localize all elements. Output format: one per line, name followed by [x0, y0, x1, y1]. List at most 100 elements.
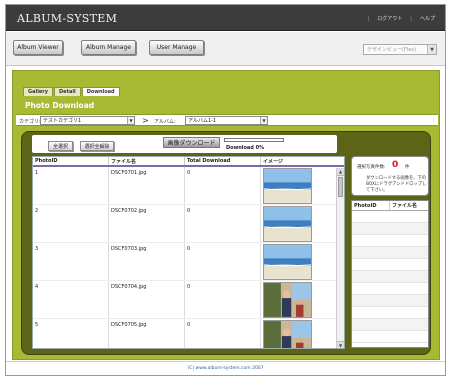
content-area: Gallery Detail Download Photo Download カ…	[12, 70, 440, 360]
image-cell	[261, 243, 314, 280]
image-cell	[261, 281, 314, 318]
selection-info: 選択写真件数: 0 件 ダウンロードする画像を、下のBOXにドラグアンドドロップ…	[351, 156, 429, 196]
grid-body: 1 DSCF0701.jpg 0 2 DSCF0702.jpg 0 3 DSCF0703.jp…	[33, 167, 344, 349]
drop-hint: ダウンロードする画像を、下のBOXにドラグアンドドロップして下さい。	[366, 176, 427, 193]
drop-row	[352, 307, 428, 319]
drop-row	[352, 259, 428, 271]
filename-cell: DSCF0704.jpg	[109, 281, 185, 318]
category-value: テストカテゴリ1	[43, 118, 82, 124]
top-header: ALBUM-SYSTEM | ログアウト | ヘルプ	[6, 5, 445, 31]
filename-cell: DSCF0703.jpg	[109, 243, 185, 280]
drop-row	[352, 235, 428, 247]
arrow-separator: >	[142, 116, 149, 125]
table-row[interactable]: 5 DSCF0705.jpg 0	[33, 319, 344, 349]
page-title: Photo Download	[25, 101, 95, 110]
selection-unit: 件	[405, 165, 410, 170]
filename-cell: DSCF0702.jpg	[109, 205, 185, 242]
download-progress-bar	[224, 138, 284, 142]
footer: (C) www.album-system.com 2007	[6, 361, 445, 375]
download-status: Download 0%	[226, 145, 265, 151]
help-link[interactable]: ヘルプ	[420, 15, 435, 22]
tab-gallery[interactable]: Gallery	[23, 87, 54, 96]
tab-bar: Gallery Detail Download	[23, 87, 120, 96]
total-download-cell: 0	[185, 243, 261, 280]
tab-download[interactable]: Download	[81, 87, 120, 96]
total-download-cell: 0	[185, 281, 261, 318]
drop-row	[352, 295, 428, 307]
grid-scrollbar[interactable]: ▲ ▼	[336, 168, 344, 348]
download-panel: 全選択 選択全解除 画像ダウンロード Download 0% PhotoID フ…	[21, 131, 431, 355]
image-cell	[261, 167, 314, 204]
album-viewer-button[interactable]: Album Viewer	[13, 40, 63, 55]
chevron-down-icon[interactable]: ▼	[427, 45, 436, 54]
logout-link[interactable]: ログアウト	[377, 15, 402, 22]
view-mode-select[interactable]: デザインビュー(Flex) ▼	[363, 44, 437, 55]
category-label: カテゴリ:	[19, 119, 41, 125]
album-select[interactable]: アルバム1-1 ▼	[185, 116, 268, 125]
total-download-cell: 0	[185, 319, 261, 348]
photo-id-cell: 2	[33, 205, 109, 242]
table-row[interactable]: 3 DSCF0703.jpg 0	[33, 243, 344, 281]
user-manage-button[interactable]: User Manage	[149, 40, 204, 55]
photo-thumbnail[interactable]	[263, 244, 312, 280]
album-label: アルバム:	[154, 119, 176, 125]
image-download-button[interactable]: 画像ダウンロード	[163, 137, 220, 148]
drop-row	[352, 247, 428, 259]
photo-grid: PhotoID ファイル名 Total Download イメージ 1 DSCF0…	[32, 156, 345, 349]
chevron-down-icon[interactable]: ▼	[127, 117, 134, 124]
copyright-text: (C) www.album-system.com 2007	[187, 366, 264, 371]
total-download-cell: 0	[185, 167, 261, 204]
header-links: | ログアウト | ヘルプ	[367, 15, 435, 23]
separator: |	[367, 15, 370, 22]
select-all-button[interactable]: 全選択	[48, 141, 73, 151]
selection-count-label: 選択写真件数:	[357, 165, 386, 170]
category-select[interactable]: テストカテゴリ1 ▼	[40, 116, 135, 125]
grid-header: PhotoID ファイル名 Total Download イメージ	[33, 157, 344, 167]
drop-list-header: PhotoID ファイル名	[352, 201, 428, 211]
column-header-filename[interactable]: ファイル名	[109, 157, 185, 165]
tab-detail[interactable]: Detail	[54, 87, 81, 96]
drop-row	[352, 223, 428, 235]
filter-bar: カテゴリ: テストカテゴリ1 ▼ > アルバム: アルバム1-1 ▼	[16, 114, 438, 126]
app-window: ALBUM-SYSTEM | ログアウト | ヘルプ Album Viewer …	[5, 4, 446, 376]
photo-id-cell: 3	[33, 243, 109, 280]
photo-thumbnail[interactable]	[263, 206, 312, 242]
table-row[interactable]: 1 DSCF0701.jpg 0	[33, 167, 344, 205]
filename-cell: DSCF0701.jpg	[109, 167, 185, 204]
table-row[interactable]: 2 DSCF0702.jpg 0	[33, 205, 344, 243]
chevron-down-icon[interactable]: ▼	[260, 117, 267, 124]
drop-row	[352, 319, 428, 331]
app-title: ALBUM-SYSTEM	[17, 12, 118, 25]
nav-bar: Album Viewer Album Manage User Manage デザ…	[6, 32, 445, 66]
filename-cell: DSCF0705.jpg	[109, 319, 185, 348]
photo-id-cell: 5	[33, 319, 109, 348]
photo-id-cell: 1	[33, 167, 109, 204]
drop-target-list[interactable]: PhotoID ファイル名	[351, 200, 429, 348]
table-row[interactable]: 4 DSCF0704.jpg 0	[33, 281, 344, 319]
selection-count: 0	[392, 160, 399, 170]
album-manage-button[interactable]: Album Manage	[81, 40, 136, 55]
scroll-thumb[interactable]	[338, 177, 343, 197]
total-download-cell: 0	[185, 205, 261, 242]
photo-thumbnail[interactable]	[263, 320, 312, 349]
column-header-total-download[interactable]: Total Download	[185, 157, 261, 165]
album-value: アルバム1-1	[188, 118, 217, 124]
separator: |	[410, 15, 412, 22]
scroll-up-icon[interactable]: ▲	[337, 168, 344, 176]
photo-thumbnail[interactable]	[263, 282, 312, 318]
column-header-photoid[interactable]: PhotoID	[33, 157, 109, 165]
drop-column-photoid: PhotoID	[352, 201, 391, 210]
scroll-down-icon[interactable]: ▼	[337, 341, 344, 348]
drop-row	[352, 331, 428, 343]
drop-column-filename: ファイル名	[392, 203, 418, 209]
photo-id-cell: 4	[33, 281, 109, 318]
column-header-image[interactable]: イメージ	[261, 157, 337, 165]
view-mode-value: デザインビュー(Flex)	[367, 47, 417, 53]
photo-thumbnail[interactable]	[263, 168, 312, 204]
drop-row	[352, 283, 428, 295]
drop-row	[352, 271, 428, 283]
drop-row	[352, 211, 428, 223]
deselect-all-button[interactable]: 選択全解除	[80, 141, 114, 151]
image-cell	[261, 319, 314, 349]
image-cell	[261, 205, 314, 242]
